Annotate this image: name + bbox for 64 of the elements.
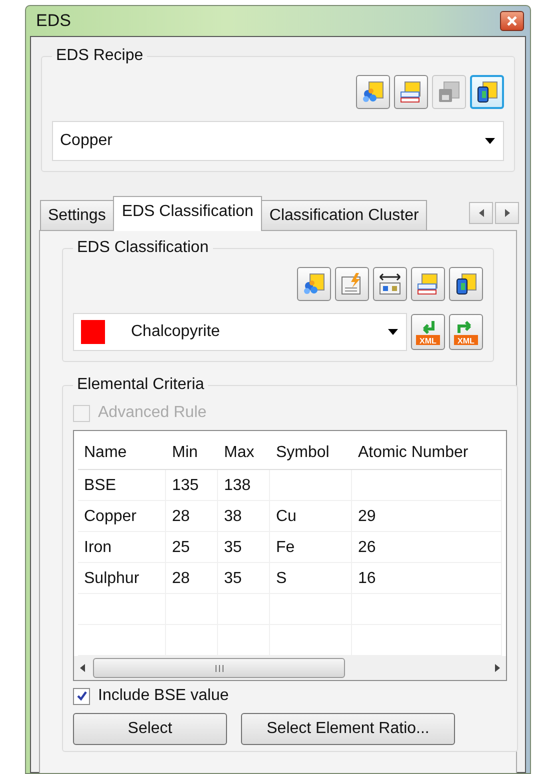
column-header[interactable]: Name [78,435,166,469]
floppy-disk-icon [437,80,461,104]
column-header[interactable]: Min [166,435,218,469]
recipe-dropdown[interactable]: Copper [52,121,504,161]
checkmark-icon [76,690,88,702]
dropdown-value: Chalcopyrite [131,323,221,341]
table-cell: Copper [78,501,166,531]
document-copy-icon [475,80,499,104]
table-cell: 135 [166,470,218,500]
horizontal-scrollbar[interactable] [74,656,506,680]
toolbar-button[interactable] [373,267,407,301]
table-cell: 138 [218,470,270,500]
table-cell: 38 [218,501,270,531]
dropdown-arrow-icon [485,138,495,144]
classification-dropdown[interactable]: Chalcopyrite [73,313,407,351]
grip-icon [214,664,224,672]
table-cell: 26 [352,532,502,562]
group-title: Elemental Criteria [76,376,206,394]
molecule-document-icon [302,272,326,296]
left-arrow-icon [80,664,85,672]
toolbar-button[interactable] [449,267,483,301]
checkbox[interactable] [73,688,90,704]
table-cell: Cu [270,501,352,531]
column-header[interactable]: Atomic Number [352,435,502,469]
tab[interactable]: Classification Cluster [261,200,427,230]
close-button[interactable] [500,11,524,31]
tab[interactable]: Settings [40,200,114,230]
document-copy-icon [454,272,478,296]
group-title: EDS Classification [76,239,210,257]
dropdown-arrow-icon [388,329,398,335]
column-header[interactable]: Symbol [270,435,352,469]
table-cell: 16 [352,563,502,593]
width-arrow-icon [378,272,402,296]
dropdown-value: Copper [60,132,112,150]
table-cell: 28 [166,563,218,593]
table-cell: S [270,563,352,593]
stacked-bars-icon [399,80,423,104]
select-button[interactable]: Select [73,713,227,745]
checkbox-label: Advanced Rule [98,404,207,422]
table-cell: BSE [78,470,166,500]
table-cell: 35 [218,563,270,593]
left-arrow-icon [478,209,484,217]
toolbar-button[interactable] [470,75,504,109]
checkbox-label: Include BSE value [98,687,229,705]
tab[interactable]: EDS Classification [112,196,262,231]
column-header[interactable]: Max [218,435,270,469]
scroll-right-button[interactable] [495,202,519,224]
molecule-document-icon [361,80,385,104]
scroll-left-button[interactable] [469,202,493,224]
close-icon [507,16,517,26]
table-cell: 29 [352,501,502,531]
group-title: EDS Recipe [55,47,144,65]
right-arrow-icon [504,209,510,217]
select-ratio-button[interactable]: Select Element Ratio... [241,713,455,745]
table-cell: Fe [270,532,352,562]
table-cell: Iron [78,532,166,562]
table-cell: 35 [218,532,270,562]
table-cell: 28 [166,501,218,531]
scrollbar-thumb[interactable] [93,658,345,678]
window-title: EDS [36,11,71,31]
table-cell: Sulphur [78,563,166,593]
stacked-bars-icon [416,272,440,296]
right-arrow-icon [495,664,500,672]
table-cell: 25 [166,532,218,562]
